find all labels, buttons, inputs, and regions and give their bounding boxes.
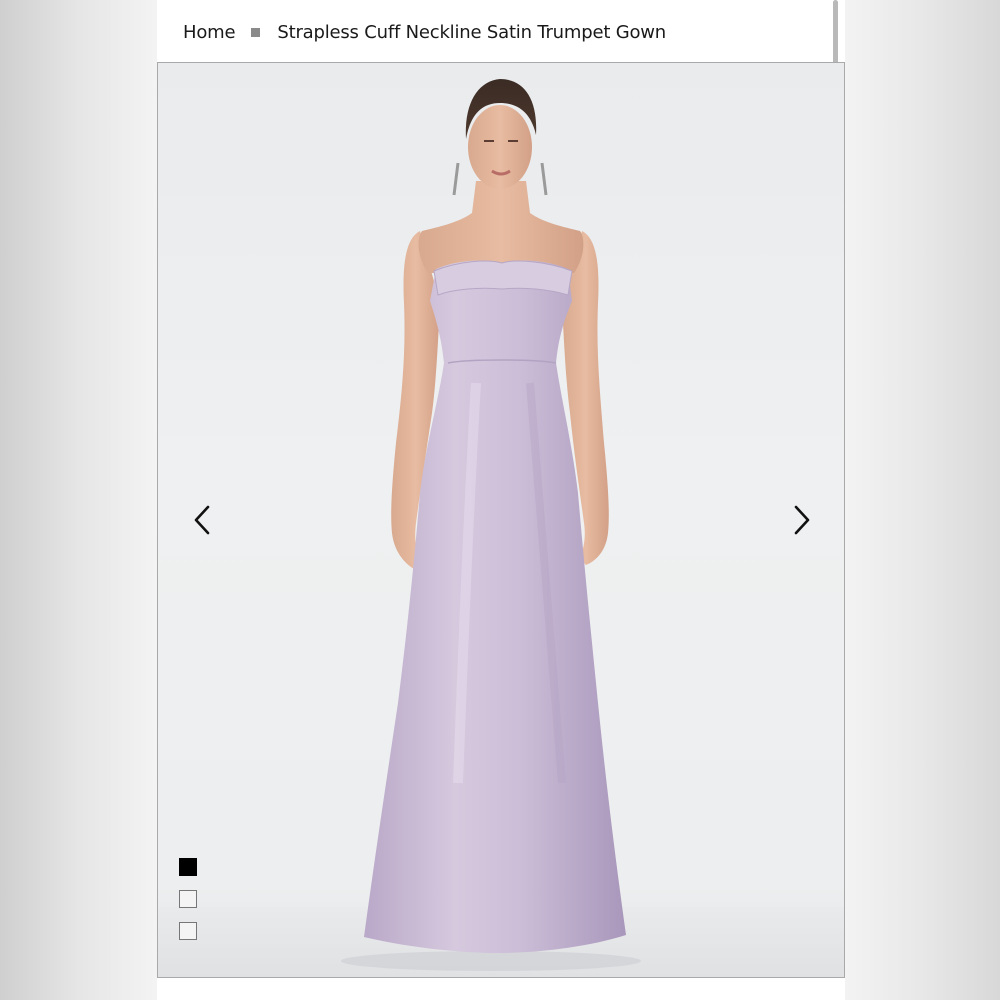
slide-dot-2[interactable]: [179, 890, 197, 908]
slide-indicator: [179, 858, 197, 940]
chevron-left-icon: [194, 505, 210, 535]
breadcrumb-separator: [251, 27, 261, 37]
breadcrumb-home-link[interactable]: Home: [183, 22, 236, 43]
product-image-gallery: [157, 62, 845, 978]
slide-dot-1[interactable]: [179, 858, 197, 876]
previous-image-button[interactable]: [182, 500, 222, 540]
breadcrumb: Home Strapless Cuff Neckline Satin Trump…: [183, 18, 666, 46]
product-photo: [341, 79, 641, 971]
chevron-right-icon: [794, 505, 810, 535]
breadcrumb-current: Strapless Cuff Neckline Satin Trumpet Go…: [277, 21, 666, 43]
slide-dot-3[interactable]: [179, 922, 197, 940]
next-image-button[interactable]: [782, 500, 822, 540]
